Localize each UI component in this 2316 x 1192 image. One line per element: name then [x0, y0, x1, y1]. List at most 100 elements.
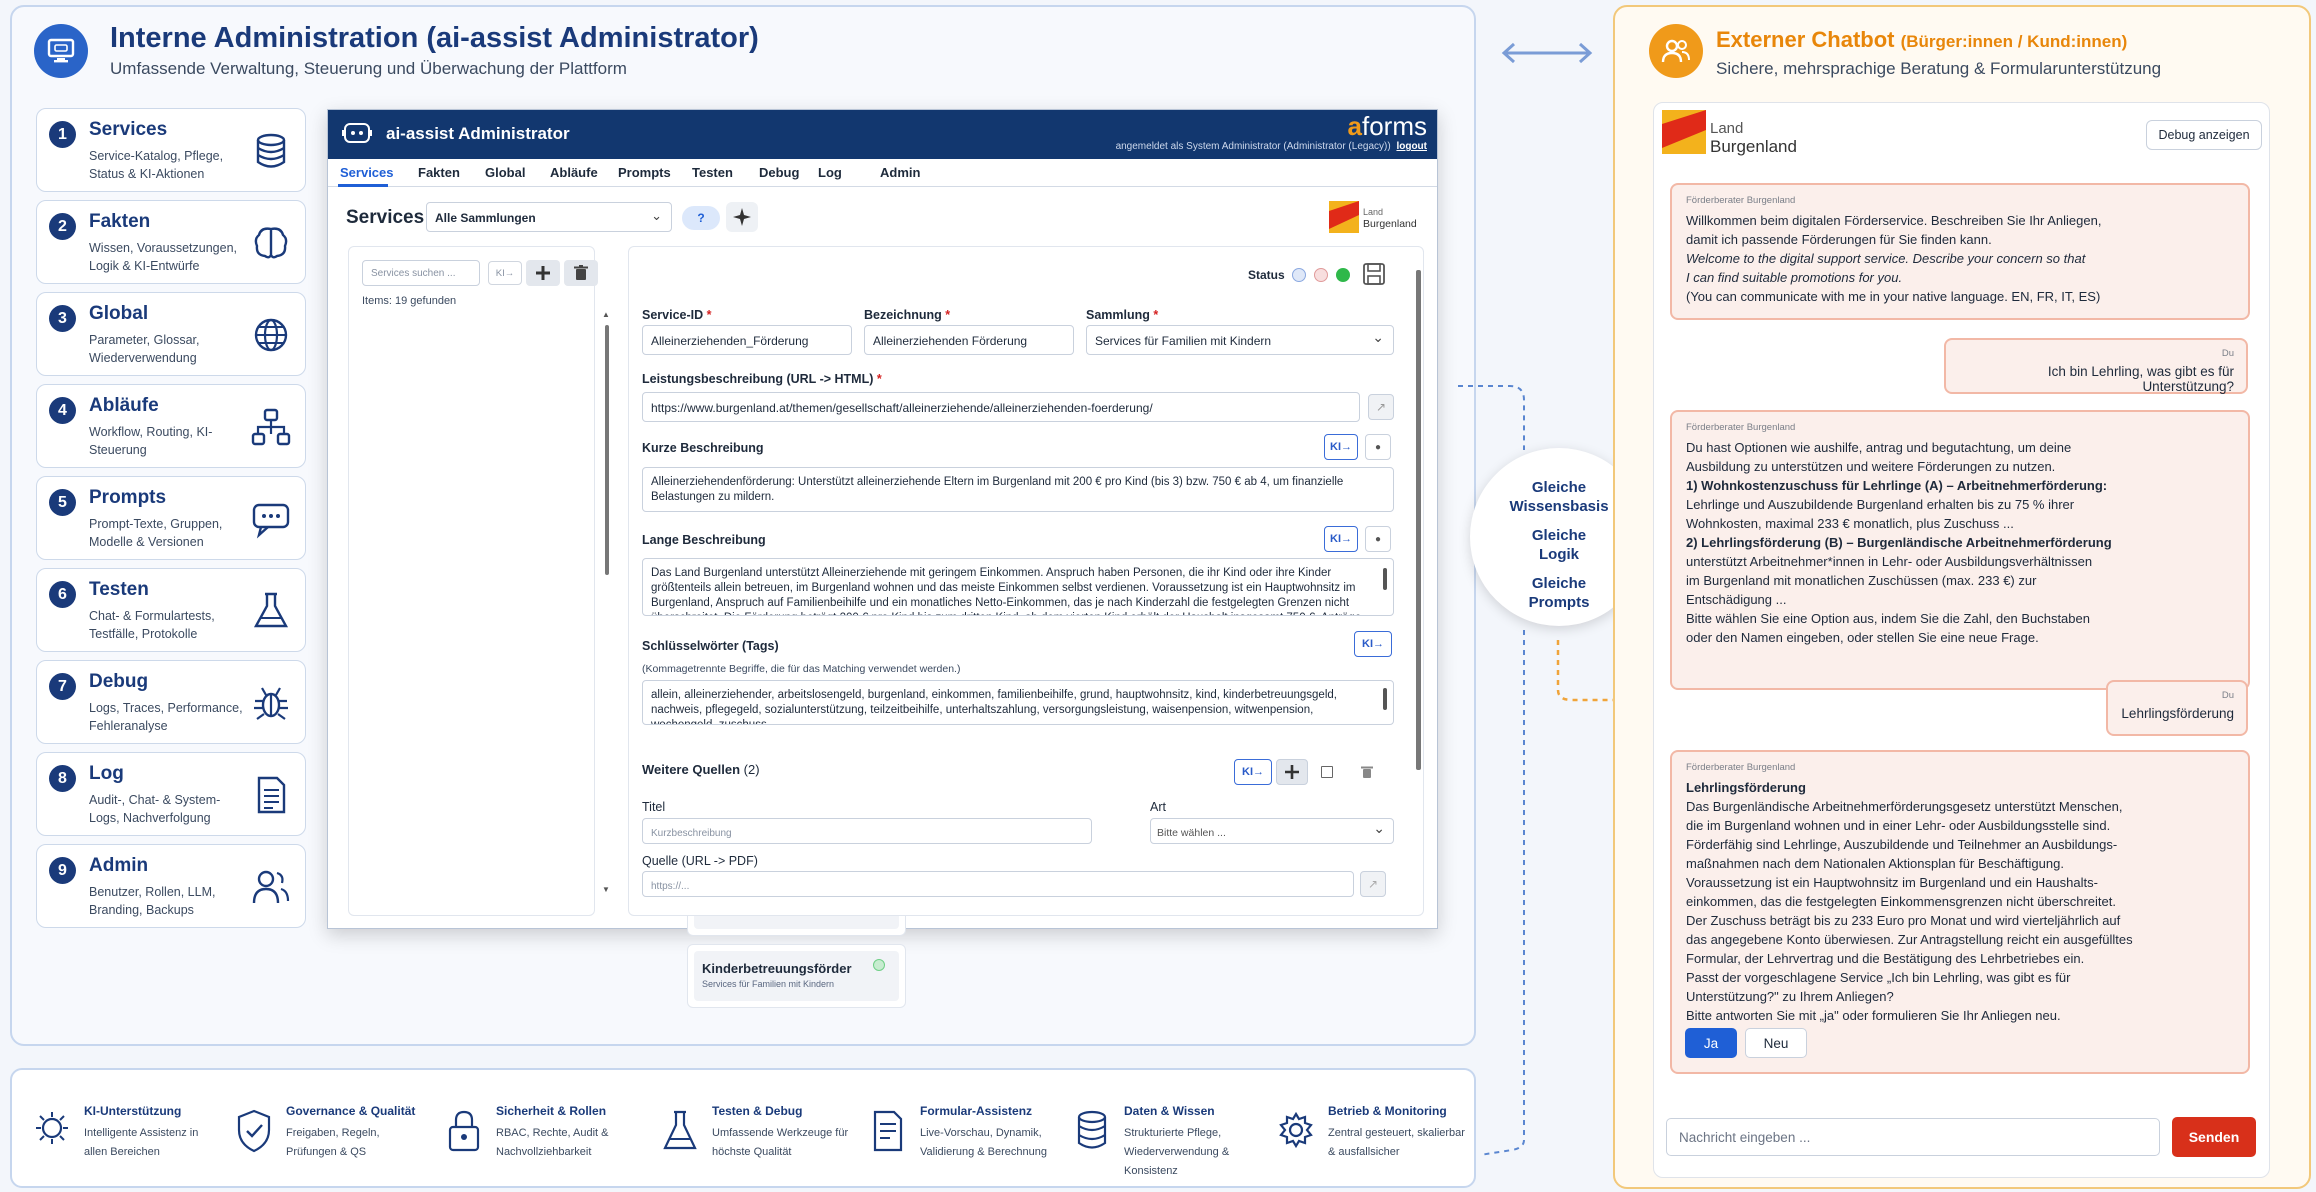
add-service-button[interactable] — [526, 260, 560, 286]
quellen-save-button[interactable] — [1314, 759, 1340, 785]
debug-toggle-button[interactable]: Debug anzeigen — [2146, 120, 2262, 150]
list-ki-label: KI→ — [495, 267, 515, 279]
feature-description: Live-Vorschau, Dynamik, Validierung & Be… — [920, 1127, 1047, 1158]
collection-select[interactable]: Alle Sammlungen ⌄ — [426, 202, 672, 232]
nav-description: Service-Katalog, Pflege, Status & KI-Akt… — [89, 149, 224, 181]
tags-textarea-scrollbar[interactable] — [1383, 688, 1387, 710]
logout-link[interactable]: logout — [1396, 141, 1427, 152]
nav-description: Wissen, Voraussetzungen, Logik & KI-Entw… — [89, 241, 237, 273]
feature-item: Formular-Assistenz Live-Vorschau, Dynami… — [864, 1100, 1064, 1180]
message-input[interactable]: Nachricht eingeben ... — [1666, 1118, 2160, 1156]
help-button[interactable]: ? — [682, 206, 720, 230]
list-scroll-down-icon[interactable]: ▼ — [602, 885, 610, 894]
art-select[interactable]: Bitte wählen ... ⌄ — [1150, 818, 1394, 844]
feature-title: Testen & Debug — [712, 1104, 803, 1118]
tab-fakten[interactable]: Fakten — [418, 165, 460, 180]
nav-card-abläufe[interactable]: 4 Abläufe Workflow, Routing, KI-Steuerun… — [36, 384, 306, 468]
lang-textarea[interactable]: Das Land Burgenland unterstützt Alleiner… — [642, 558, 1394, 616]
nav-description: Workflow, Routing, KI-Steuerung — [89, 425, 213, 457]
nav-card-fakten[interactable]: 2 Fakten Wissen, Voraussetzungen, Logik … — [36, 200, 306, 284]
list-scrollbar[interactable] — [605, 325, 609, 575]
nav-card-services[interactable]: 1 Services Service-Katalog, Pflege, Stat… — [36, 108, 306, 192]
status-blue-dot[interactable] — [1292, 268, 1306, 282]
options-line: Du hast Optionen wie aushilfe, antrag un… — [1686, 440, 2072, 455]
list-ki-button[interactable]: KI→ — [488, 261, 522, 285]
delete-service-button[interactable] — [564, 260, 598, 286]
service-id-input[interactable]: Alleinerziehenden_Förderung — [642, 325, 852, 355]
nav-card-debug[interactable]: 7 Debug Logs, Traces, Performance, Fehle… — [36, 660, 306, 744]
message-input-placeholder: Nachricht eingeben ... — [1679, 1130, 1811, 1145]
nav-card-global[interactable]: 3 Global Parameter, Glossar, Wiederverwe… — [36, 292, 306, 376]
tags-textarea[interactable]: allein, alleinerziehender, arbeitsloseng… — [642, 680, 1394, 725]
status-green-dot[interactable] — [1336, 268, 1350, 282]
chat-subtitle: Sichere, mehrsprachige Beratung & Formul… — [1716, 59, 2162, 78]
new-button[interactable]: Neu — [1745, 1028, 1807, 1058]
tab-debug[interactable]: Debug — [759, 165, 799, 180]
welcome-line-lang: (You can communicate with me in your nat… — [1686, 289, 2101, 304]
sammlung-select[interactable]: Services für Familien mit Kindern ⌄ — [1086, 325, 1394, 355]
quelle-input[interactable]: https://... — [642, 871, 1354, 897]
bot-message-options: Förderberater Burgenland Du hast Optione… — [1670, 410, 2250, 690]
kurz-textarea[interactable]: Alleinerziehendenförderung: Unterstützt … — [642, 467, 1394, 512]
chevron-down-icon: ⌄ — [1373, 820, 1385, 836]
nav-card-prompts[interactable]: 5 Prompts Prompt-Texte, Gruppen, Modelle… — [36, 476, 306, 560]
bezeichnung-input[interactable]: Alleinerziehenden Förderung — [864, 325, 1074, 355]
nav-card-testen[interactable]: 6 Testen Chat- & Formulartests, Testfäll… — [36, 568, 306, 652]
kurz-preview-button[interactable]: ● — [1365, 434, 1391, 460]
burgenland-crest-icon — [1662, 110, 1706, 154]
tab-services[interactable]: Services — [340, 165, 394, 180]
nav-number: 1 — [49, 121, 76, 148]
database-icon — [1072, 1108, 1112, 1154]
tab-abläufe[interactable]: Abläufe — [550, 165, 598, 180]
feature-description: RBAC, Rechte, Audit & Nachvollziehbarkei… — [496, 1127, 609, 1158]
service-search-input[interactable]: Services suchen ... — [362, 260, 480, 286]
nav-description: Audit-, Chat- & System-Logs, Nachverfolg… — [89, 793, 221, 825]
new-button-label: Neu — [1763, 1035, 1789, 1051]
nav-number: 8 — [49, 765, 76, 792]
lang-ki-button[interactable]: KI→ — [1324, 526, 1358, 552]
chat-title-suffix: (Bürger:innen / Kund:innen) — [1900, 32, 2128, 51]
nav-number: 9 — [49, 857, 76, 884]
tab-log[interactable]: Log — [818, 165, 842, 180]
send-button-label: Senden — [2188, 1129, 2240, 1145]
services-list-pane — [348, 246, 595, 916]
tab-global[interactable]: Global — [485, 165, 525, 180]
list-scroll-up-icon[interactable]: ▲ — [602, 310, 610, 319]
move-plus-icon — [1285, 765, 1299, 779]
tab-testen[interactable]: Testen — [692, 165, 733, 180]
options-line-1: 1) Wohnkostenzuschuss für Lehrlinge (A) … — [1686, 478, 2108, 493]
nav-title: Log — [89, 763, 124, 784]
search-placeholder: Services suchen ... — [371, 268, 456, 279]
nav-title: Services — [89, 119, 168, 140]
service-item-bg — [694, 951, 899, 1001]
quelle-open-button[interactable]: ↗ — [1360, 871, 1386, 897]
tags-ki-button[interactable]: KI→ — [1354, 631, 1392, 657]
lang-preview-button[interactable]: ● — [1365, 526, 1391, 552]
save-button[interactable] — [1362, 262, 1388, 286]
tab-admin[interactable]: Admin — [880, 165, 920, 180]
open-link-button[interactable]: ↗ — [1368, 394, 1394, 420]
yes-button[interactable]: Ja — [1685, 1028, 1737, 1058]
nav-card-admin[interactable]: 9 Admin Benutzer, Rollen, LLM, Branding,… — [36, 844, 306, 928]
quellen-add-button[interactable] — [1276, 759, 1308, 785]
nav-card-log[interactable]: 8 Log Audit-, Chat- & System-Logs, Nachv… — [36, 752, 306, 836]
lang-textarea-scrollbar[interactable] — [1383, 568, 1387, 590]
titel-input[interactable]: Kurzbeschreibung — [642, 818, 1092, 844]
user-name: Du — [2221, 348, 2234, 359]
detail-line: Unterstützung?" zu Ihrem Anliegen? — [1686, 989, 1894, 1004]
send-button[interactable]: Senden — [2172, 1117, 2256, 1157]
users-chat-icon — [1649, 24, 1703, 78]
status-red-dot[interactable] — [1314, 268, 1328, 282]
flask-icon — [660, 1108, 700, 1154]
quellen-delete-button[interactable] — [1354, 759, 1380, 785]
leistung-input[interactable]: https://www.burgenland.at/themen/gesells… — [642, 392, 1360, 422]
form-scrollbar[interactable] — [1416, 270, 1421, 770]
bidirectional-arrow-icon — [1500, 40, 1594, 66]
service-list-item[interactable]: Kinderbetreuungsförderu... Services für … — [687, 944, 906, 1008]
tab-prompts[interactable]: Prompts — [618, 165, 671, 180]
nav-description: Logs, Traces, Performance, Fehleranalyse — [89, 701, 243, 733]
quellen-ki-button[interactable]: KI→ — [1234, 759, 1272, 785]
kurz-ki-button[interactable]: KI→ — [1324, 434, 1358, 460]
bot-name: Förderberater Burgenland — [1686, 762, 1796, 773]
ai-sparkle-button[interactable] — [726, 202, 758, 232]
